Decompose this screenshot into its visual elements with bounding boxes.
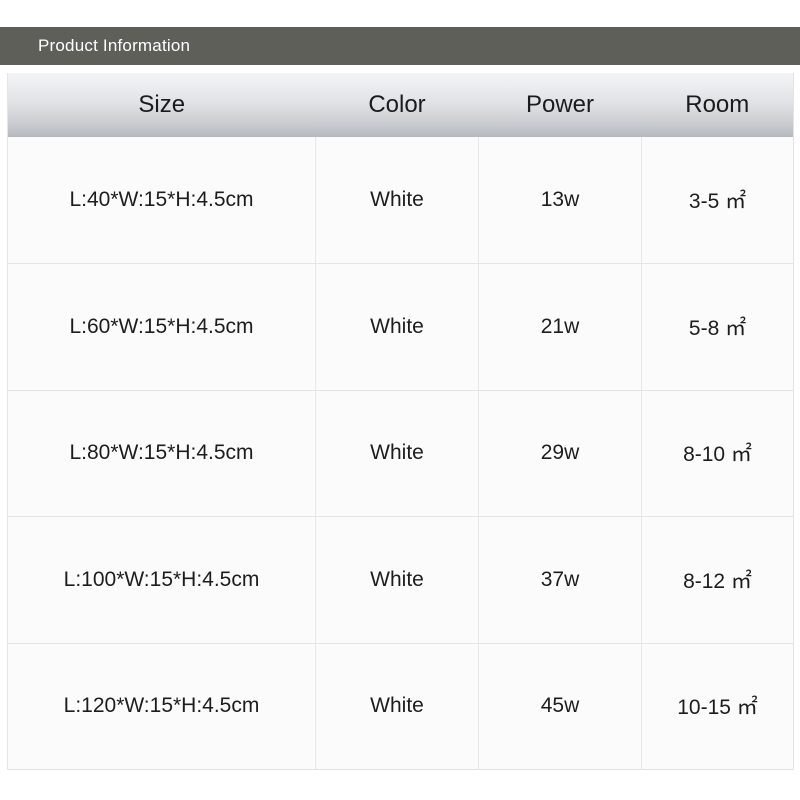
cell-size: L:80*W:15*H:4.5cm xyxy=(7,390,316,517)
table-row: L:60*W:15*H:4.5cm White 21w 5-8 ㎡ xyxy=(7,263,794,391)
cell-size: L:100*W:15*H:4.5cm xyxy=(7,516,316,644)
column-header-size: Size xyxy=(7,73,316,137)
table-header-row: Size Color Power Room xyxy=(7,73,794,137)
cell-power: 13w xyxy=(478,137,642,264)
table-row: L:120*W:15*H:4.5cm White 45w 10-15 ㎡ xyxy=(7,643,794,770)
cell-room: 10-15 ㎡ xyxy=(641,643,794,770)
cell-room: 5-8 ㎡ xyxy=(641,263,794,391)
product-information-page: Product Information Size Color Power Roo… xyxy=(0,0,800,800)
cell-power: 29w xyxy=(478,390,642,517)
table-body: L:40*W:15*H:4.5cm White 13w 3-5 ㎡ L:60*W… xyxy=(7,137,794,770)
table-row: L:40*W:15*H:4.5cm White 13w 3-5 ㎡ xyxy=(7,137,794,264)
column-header-power: Power xyxy=(478,73,642,137)
cell-color: White xyxy=(315,390,479,517)
cell-color: White xyxy=(315,516,479,644)
column-header-room: Room xyxy=(641,73,794,137)
table-header: Size Color Power Room xyxy=(7,73,794,137)
cell-power: 37w xyxy=(478,516,642,644)
cell-size: L:60*W:15*H:4.5cm xyxy=(7,263,316,391)
section-banner: Product Information xyxy=(0,27,800,65)
cell-power: 21w xyxy=(478,263,642,391)
cell-size: L:120*W:15*H:4.5cm xyxy=(7,643,316,770)
cell-size: L:40*W:15*H:4.5cm xyxy=(7,137,316,264)
cell-room: 8-12 ㎡ xyxy=(641,516,794,644)
cell-power: 45w xyxy=(478,643,642,770)
table-row: L:100*W:15*H:4.5cm White 37w 8-12 ㎡ xyxy=(7,516,794,644)
cell-room: 3-5 ㎡ xyxy=(641,137,794,264)
cell-room: 8-10 ㎡ xyxy=(641,390,794,517)
cell-color: White xyxy=(315,643,479,770)
cell-color: White xyxy=(315,263,479,391)
table-row: L:80*W:15*H:4.5cm White 29w 8-10 ㎡ xyxy=(7,390,794,517)
product-spec-table: Size Color Power Room L:40*W:15*H:4.5cm … xyxy=(7,73,794,770)
column-header-color: Color xyxy=(315,73,479,137)
cell-color: White xyxy=(315,137,479,264)
banner-title: Product Information xyxy=(38,36,191,55)
